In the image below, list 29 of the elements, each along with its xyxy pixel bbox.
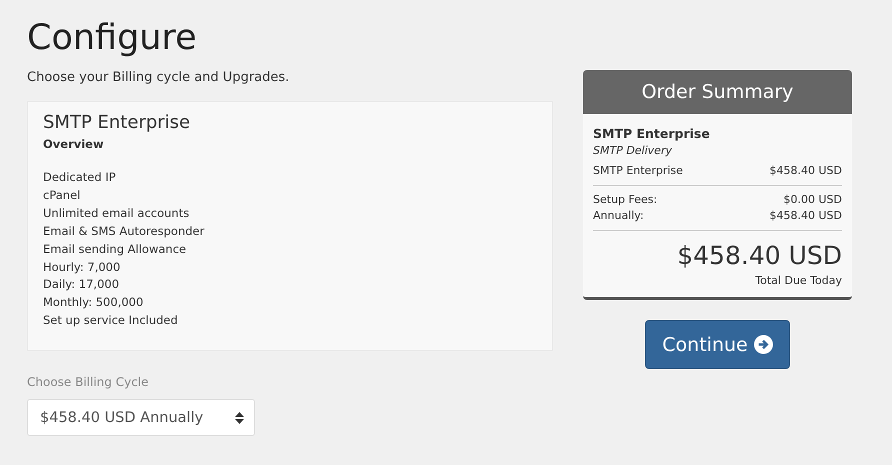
sort-caret-icon [235,412,244,424]
summary-header: Order Summary [583,70,852,114]
line-label: SMTP Enterprise [593,163,683,179]
product-group: SMTP Delivery [593,144,842,157]
feature-text: Email & SMS Autoresponder [43,222,206,240]
line-label: Setup Fees: [593,192,658,208]
product-name: SMTP Enterprise [43,112,192,133]
section-heading: Overview [43,137,105,151]
feature-text: Monthly: 500,000 [43,294,144,312]
total-label: Total Due Today [754,274,842,287]
field-label: Choose Billing Cycle [27,375,150,390]
line-amount: $458.40 USD [770,163,842,179]
billing-cycle-select[interactable]: $458.40 USD Annually [27,399,255,436]
total-amount: $458.40 USD [676,241,842,270]
line-amount: $458.40 USD [770,208,842,224]
feature-text: Hourly: 7,000 [43,258,122,276]
feature-text: Dedicated IP [43,169,117,186]
page-title: Configure [27,18,198,58]
product-name: SMTP Enterprise [593,126,711,141]
feature-text: Unlimited email accounts [43,204,190,222]
arrow-circle-icon [754,335,773,354]
line-label: Annually: [593,208,644,224]
line-amount: $0.00 USD [784,192,842,208]
feature-text: Set up service Included [43,312,179,330]
feature-text: Daily: 17,000 [43,276,120,294]
page-subtitle: Choose your Billing cycle and Upgrades. [27,70,290,85]
continue-button[interactable]: Continue [645,320,790,369]
feature-text: Email sending Allowance [43,240,188,258]
feature-text: cPanel [43,186,82,204]
